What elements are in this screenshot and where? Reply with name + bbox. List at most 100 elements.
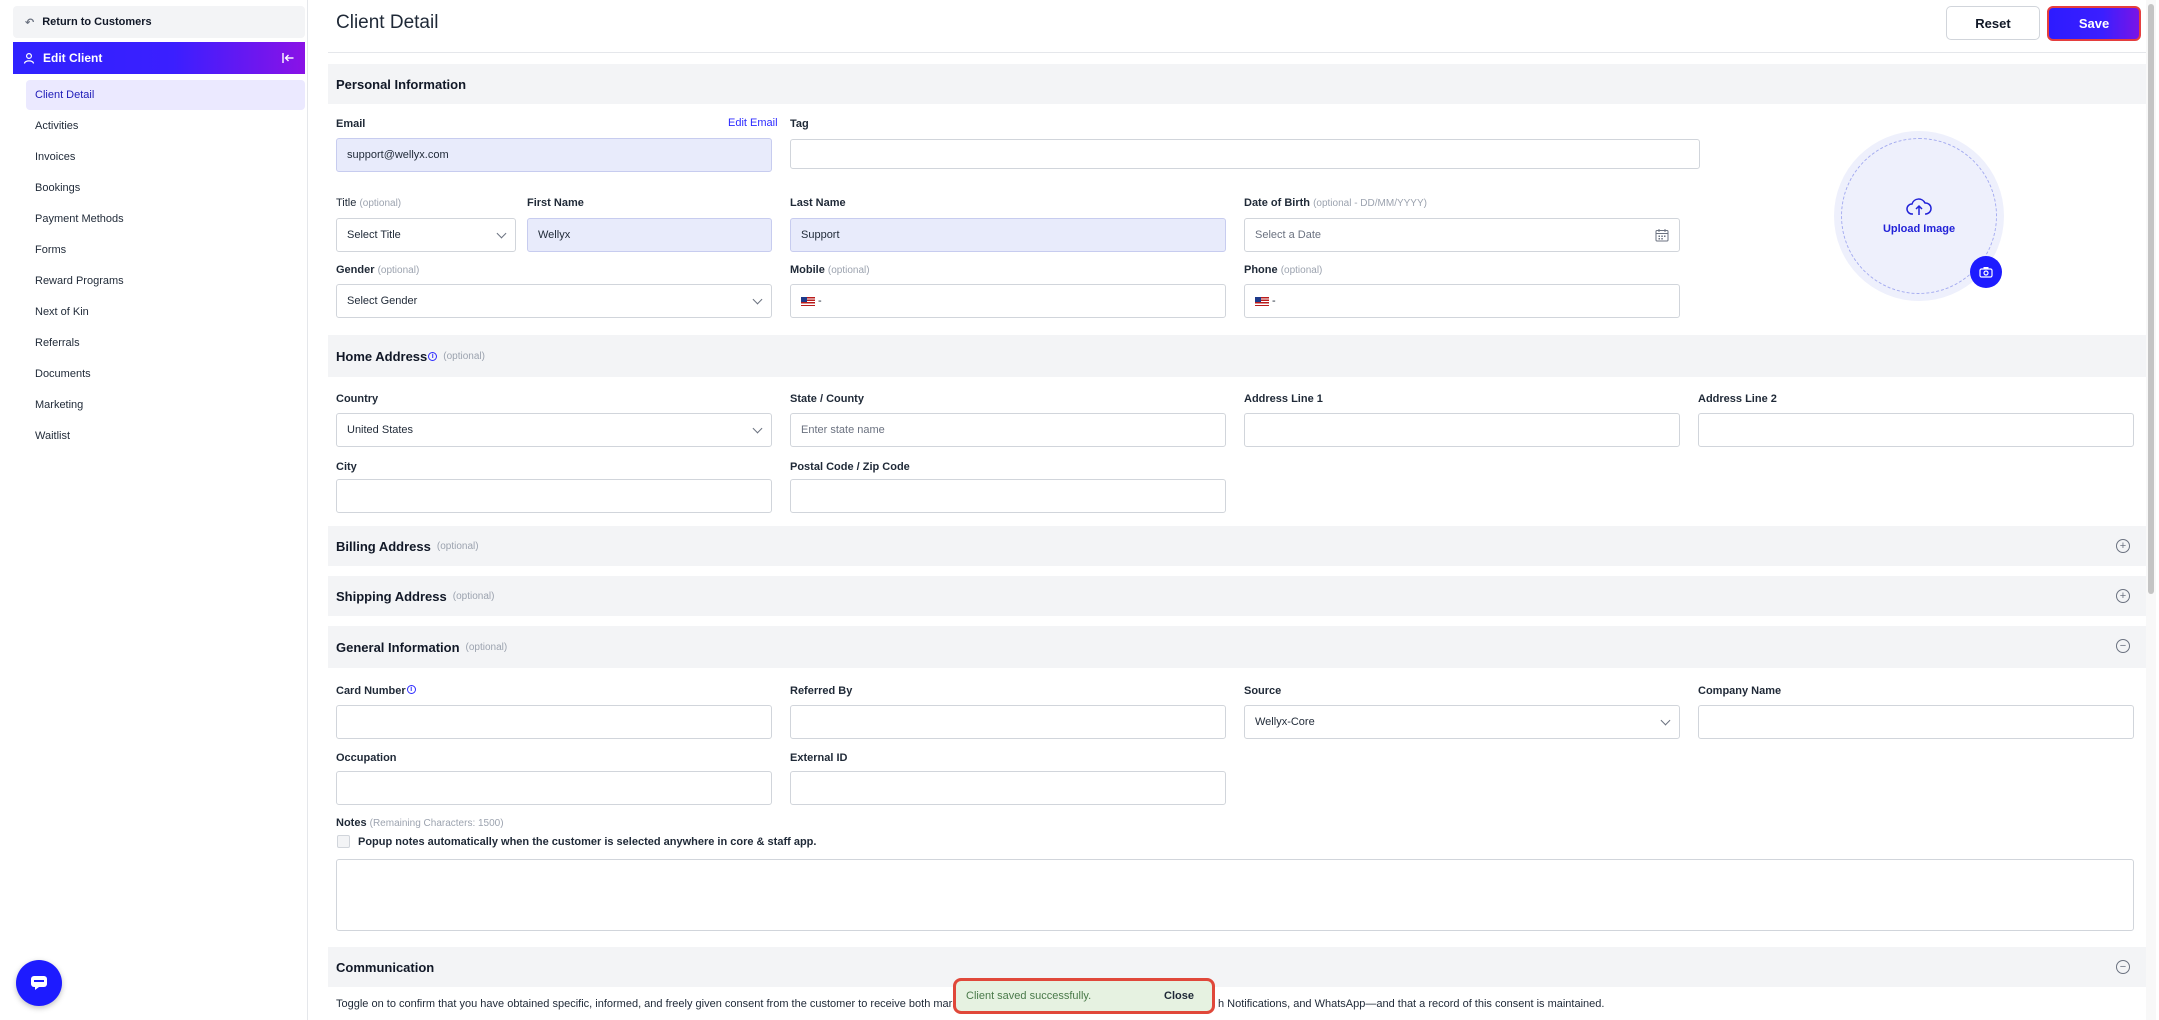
- home-address-section: Home Address i (optional): [328, 335, 2148, 377]
- occupation-input[interactable]: [336, 771, 772, 805]
- collapse-minus-icon[interactable]: −: [2116, 960, 2130, 974]
- personal-info-title: Personal Information: [336, 76, 467, 92]
- upload-image-label: Upload Image: [1882, 223, 1956, 235]
- company-name-input[interactable]: [1698, 705, 2134, 739]
- tag-input[interactable]: [790, 139, 1700, 169]
- billing-address-title: Billing Address: [336, 538, 431, 554]
- camera-button[interactable]: [1970, 256, 2002, 288]
- phone-prefix: -: [1272, 295, 1276, 307]
- shipping-address-section[interactable]: Shipping Address (optional) +: [328, 576, 2148, 616]
- scrollbar-thumb[interactable]: [2148, 4, 2154, 594]
- communication-section[interactable]: Communication −: [328, 947, 2148, 987]
- collapse-sidebar-icon[interactable]: [281, 51, 295, 65]
- sidebar-item-reward-programs[interactable]: Reward Programs: [26, 266, 305, 296]
- mobile-optional: (optional): [827, 265, 870, 276]
- calendar-icon[interactable]: [1655, 228, 1669, 242]
- country-select[interactable]: United States: [336, 413, 772, 447]
- page-scrollbar[interactable]: [2146, 0, 2156, 1020]
- chat-button[interactable]: [16, 960, 62, 1006]
- header-divider: [328, 52, 2148, 53]
- page-title: Client Detail: [336, 12, 439, 33]
- sidebar-item-payment-methods[interactable]: Payment Methods: [26, 204, 305, 234]
- info-icon[interactable]: i: [428, 351, 438, 361]
- return-to-customers-button[interactable]: ↶ Return to Customers: [13, 6, 305, 38]
- sidebar-item-forms[interactable]: Forms: [26, 235, 305, 265]
- sidebar-item-next-of-kin[interactable]: Next of Kin: [26, 297, 305, 327]
- phone-optional: (optional): [1280, 265, 1323, 276]
- chevron-down-icon: [752, 294, 763, 305]
- collapse-minus-icon[interactable]: −: [2116, 639, 2130, 653]
- shipping-address-title: Shipping Address: [336, 588, 447, 604]
- last-name-field[interactable]: Support: [790, 218, 1226, 252]
- sidebar-item-activities[interactable]: Activities: [26, 111, 305, 141]
- popup-notes-label: Popup notes automatically when the custo…: [358, 836, 817, 848]
- occupation-label: Occupation: [336, 752, 397, 764]
- tag-label: Tag: [790, 118, 809, 130]
- sidebar-item-waitlist[interactable]: Waitlist: [26, 421, 305, 451]
- state-placeholder: Enter state name: [801, 424, 885, 436]
- mobile-input[interactable]: -: [790, 284, 1226, 318]
- save-button[interactable]: Save: [2047, 6, 2141, 41]
- email-field[interactable]: support@wellyx.com: [336, 138, 772, 172]
- expand-plus-icon[interactable]: +: [2116, 539, 2130, 553]
- general-info-title: General Information: [336, 639, 460, 655]
- mobile-prefix: -: [818, 295, 822, 307]
- user-icon: [23, 52, 35, 64]
- general-info-section[interactable]: General Information (optional) −: [328, 626, 2148, 668]
- referred-by-label: Referred By: [790, 685, 853, 697]
- postal-code-label: Postal Code / Zip Code: [790, 461, 910, 473]
- chat-icon: [31, 976, 47, 990]
- edit-email-link[interactable]: Edit Email: [728, 117, 778, 129]
- gender-select[interactable]: Select Gender: [336, 284, 772, 318]
- source-select[interactable]: Wellyx-Core: [1244, 705, 1680, 739]
- gender-label-text: Gender: [336, 264, 375, 276]
- external-id-input[interactable]: [790, 771, 1226, 805]
- chevron-down-icon: [752, 423, 763, 434]
- city-input[interactable]: [336, 479, 772, 513]
- notes-textarea[interactable]: [336, 859, 2134, 931]
- dob-field[interactable]: Select a Date: [1244, 218, 1680, 252]
- address-line-1-input[interactable]: [1244, 413, 1680, 447]
- address-line-2-input[interactable]: [1698, 413, 2134, 447]
- info-icon[interactable]: i: [406, 685, 416, 694]
- sidebar-item-marketing[interactable]: Marketing: [26, 390, 305, 420]
- mobile-label-text: Mobile: [790, 264, 825, 276]
- popup-notes-checkbox[interactable]: [337, 835, 350, 848]
- state-input[interactable]: Enter state name: [790, 413, 1226, 447]
- reset-button[interactable]: Reset: [1946, 6, 2040, 40]
- sidebar-item-bookings[interactable]: Bookings: [26, 173, 305, 203]
- card-number-input[interactable]: [336, 705, 772, 739]
- toast-close-button[interactable]: Close: [1164, 990, 1194, 1002]
- source-label: Source: [1244, 685, 1282, 697]
- sidebar-item-documents[interactable]: Documents: [26, 359, 305, 389]
- title-label-text: Title: [336, 197, 357, 209]
- consent-text-end: h Notifications, and WhatsApp—and that a…: [1218, 998, 1605, 1010]
- expand-plus-icon[interactable]: +: [2116, 589, 2130, 603]
- us-flag-icon[interactable]: [1255, 296, 1269, 306]
- title-optional: (optional): [359, 198, 402, 209]
- dob-label-text: Date of Birth: [1244, 197, 1310, 209]
- sidebar-item-invoices[interactable]: Invoices: [26, 142, 305, 172]
- postal-code-input[interactable]: [790, 479, 1226, 513]
- us-flag-icon[interactable]: [801, 296, 815, 306]
- phone-label-text: Phone: [1244, 264, 1278, 276]
- return-label: Return to Customers: [42, 16, 152, 28]
- card-number-label: Card Number i: [336, 685, 416, 697]
- last-name-value: Support: [801, 229, 840, 241]
- referred-by-input[interactable]: [790, 705, 1226, 739]
- external-id-label: External ID: [790, 752, 848, 764]
- sidebar-item-client-detail[interactable]: Client Detail: [26, 80, 305, 110]
- sidebar-item-referrals[interactable]: Referrals: [26, 328, 305, 358]
- address-line-1-label: Address Line 1: [1244, 393, 1323, 405]
- title-label: Title (optional): [336, 197, 401, 209]
- card-number-label-text: Card Number: [336, 685, 406, 697]
- chevron-down-icon: [496, 228, 507, 239]
- country-value: United States: [347, 424, 414, 436]
- company-name-label: Company Name: [1698, 685, 1782, 697]
- title-select-value: Select Title: [347, 229, 401, 241]
- first-name-field[interactable]: Wellyx: [527, 218, 772, 252]
- address-line-2-label: Address Line 2: [1698, 393, 1777, 405]
- billing-address-section[interactable]: Billing Address (optional) +: [328, 526, 2148, 566]
- phone-input[interactable]: -: [1244, 284, 1680, 318]
- title-select[interactable]: Select Title: [336, 218, 516, 252]
